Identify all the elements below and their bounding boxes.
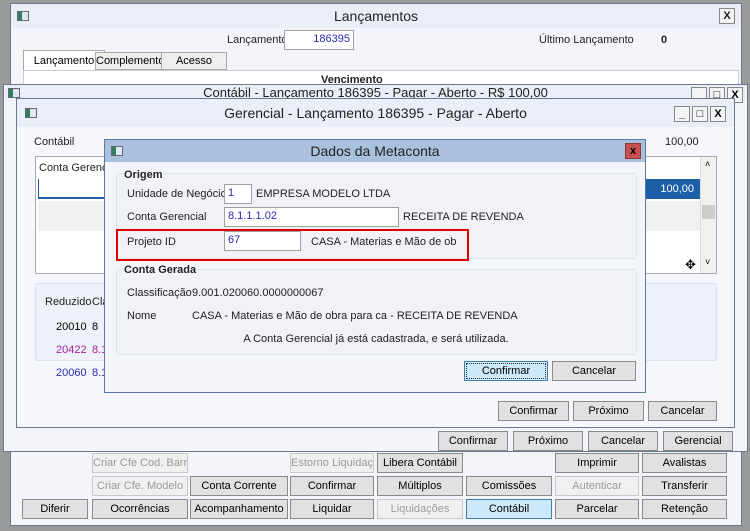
move-cursor-icon: ✥	[685, 257, 696, 272]
proximo-button[interactable]: Próximo	[513, 431, 583, 451]
proximo-button[interactable]: Próximo	[573, 401, 644, 421]
cancelar-button[interactable]: Cancelar	[552, 361, 636, 381]
button-parcelar[interactable]: Parcelar	[555, 499, 639, 519]
unidade-label: Unidade de Negócio	[127, 188, 227, 200]
scroll-up-icon[interactable]: ˄	[705, 159, 710, 169]
close-button[interactable]: x	[625, 143, 641, 159]
tab-complemento[interactable]: Complemento	[95, 52, 164, 70]
row-cla: 8	[92, 321, 99, 333]
status-message: A Conta Gerencial já está cadastrada, e …	[243, 333, 509, 345]
ultimo-lancamento-value: 0	[661, 34, 668, 46]
vertical-scrollbar[interactable]: ˄ ˅	[700, 157, 716, 273]
classificacao-value: 9.001.020060.0000000067	[192, 287, 324, 299]
origem-title: Origem	[124, 169, 163, 181]
gerencial-button[interactable]: Gerencial	[663, 431, 733, 451]
button-confirmar[interactable]: Confirmar	[290, 476, 374, 496]
contabil-label: Contábil	[34, 136, 75, 148]
dialog-title: Dados da Metaconta	[310, 143, 440, 159]
conta-gerada-title: Conta Gerada	[124, 264, 197, 276]
window-title: Gerencial - Lançamento 186395 - Pagar - …	[224, 105, 527, 121]
button-contabil[interactable]: Contábil	[466, 499, 552, 519]
button-acompanhamento[interactable]: Acompanhamento	[190, 499, 288, 519]
confirmar-button[interactable]: Confirmar	[498, 401, 569, 421]
conta-gerencial-name: RECEITA DE REVENDA	[403, 211, 524, 223]
button-liquidacoes[interactable]: Liquidações	[377, 499, 463, 519]
app-icon	[17, 11, 29, 21]
button-autenticar[interactable]: Autenticar	[555, 476, 639, 496]
tab-acesso[interactable]: Acesso	[161, 52, 227, 70]
button-criar-cfe-cod-barras[interactable]: Criar Cfe Cod. Barras	[92, 453, 188, 473]
nome-label: Nome	[127, 310, 157, 322]
projeto-id-label: Projeto ID	[127, 236, 176, 248]
button-ocorrencias[interactable]: Ocorrências	[92, 499, 188, 519]
confirmar-button[interactable]: Confirmar	[464, 361, 548, 381]
button-multiplos[interactable]: Múltiplos	[377, 476, 463, 496]
button-avalistas[interactable]: Avalistas	[642, 453, 727, 473]
window-title: Lançamentos	[333, 8, 419, 24]
button-retencao[interactable]: Retenção	[642, 499, 727, 519]
lancamento-label: Lançamento	[227, 34, 288, 46]
row-reduzido: 20422	[56, 344, 87, 356]
maximize-button[interactable]: □	[692, 106, 708, 122]
button-transferir[interactable]: Transferir	[642, 476, 727, 496]
button-diferir[interactable]: Diferir	[22, 499, 88, 519]
button-comissoes[interactable]: Comissões	[466, 476, 552, 496]
conta-gerencial-label: Conta Gerencial	[127, 211, 207, 223]
button-imprimir[interactable]: Imprimir	[555, 453, 639, 473]
app-icon	[8, 88, 20, 98]
confirmar-button[interactable]: Confirmar	[438, 431, 508, 451]
lancamento-input[interactable]: 186395	[284, 30, 354, 50]
classificacao-label: Classificação	[127, 287, 192, 299]
projeto-name: CASA - Materias e Mão de ob	[311, 236, 457, 248]
app-icon	[111, 146, 123, 156]
contabil-value: 100,00	[665, 136, 699, 148]
tab-lancamento[interactable]: Lançamento	[23, 50, 105, 72]
reduzido-header: Reduzido	[45, 296, 92, 308]
close-button[interactable]: X	[719, 8, 735, 24]
close-button[interactable]: X	[710, 106, 726, 122]
app-icon	[25, 108, 37, 118]
row-reduzido: 20060	[56, 367, 87, 379]
button-estorno-liquidacao[interactable]: Estorno Liquidação	[290, 453, 374, 473]
cancelar-button[interactable]: Cancelar	[648, 401, 717, 421]
button-criar-cfe-modelo[interactable]: Criar Cfe. Modelo	[92, 476, 188, 496]
ultimo-lancamento-label: Último Lançamento	[539, 34, 634, 46]
unidade-input[interactable]: 1	[224, 184, 252, 204]
row-reduzido: 20010	[56, 321, 87, 333]
button-libera-contabil[interactable]: Libera Contábil	[377, 453, 463, 473]
unidade-name: EMPRESA MODELO LTDA	[256, 188, 391, 200]
dados-metaconta-dialog: Dados da Metaconta x Origem Unidade de N…	[104, 139, 646, 393]
conta-gerencial-input[interactable]: 8.1.1.1.02	[224, 207, 399, 227]
scroll-down-icon[interactable]: ˅	[705, 257, 710, 267]
button-conta-corrente[interactable]: Conta Corrente	[190, 476, 288, 496]
projeto-id-input[interactable]: 67	[224, 231, 301, 251]
scroll-thumb[interactable]	[702, 205, 715, 219]
cancelar-button[interactable]: Cancelar	[588, 431, 658, 451]
button-liquidar[interactable]: Liquidar	[290, 499, 374, 519]
nome-value: CASA - Materias e Mão de obra para ca - …	[192, 310, 518, 322]
minimize-button[interactable]: _	[674, 106, 690, 122]
